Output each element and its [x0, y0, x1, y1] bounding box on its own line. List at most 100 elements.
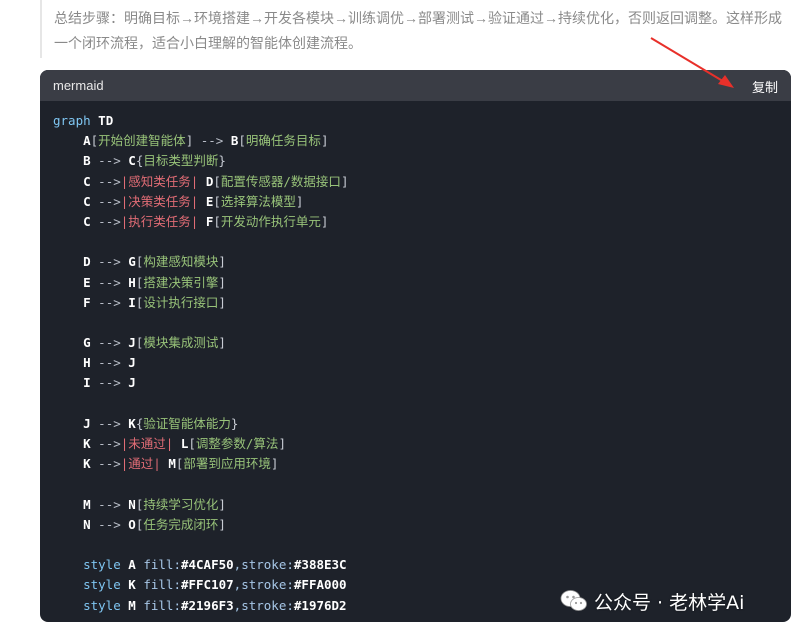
node-bracket: ]: [218, 274, 226, 290]
node-label: 模块集成测试: [143, 335, 219, 351]
edge-condition: |执行类任务|: [120, 213, 199, 229]
code-line: F --> I[设计执行接口]: [53, 293, 778, 313]
style-keyword: style: [83, 577, 121, 593]
code-line: graph TD: [53, 111, 778, 131]
wechat-icon: [560, 589, 588, 613]
code-line: E --> H[搭建决策引擎]: [53, 273, 778, 293]
code-line: G --> J[模块集成测试]: [53, 333, 778, 353]
style-stroke-value: #388E3C: [293, 557, 347, 573]
node-id: N: [128, 496, 136, 512]
code-line: C -->|执行类任务| F[开发动作执行单元]: [53, 212, 778, 232]
style-node: M: [128, 597, 136, 613]
style-fill-value: #2196F3: [180, 597, 234, 613]
node-bracket: ]: [218, 294, 226, 310]
watermark-text: 公众号 · 老林学Ai: [594, 591, 745, 614]
node-id: G: [83, 335, 91, 351]
style-fill-value: #4CAF50: [180, 557, 234, 573]
node-bracket: ]: [278, 436, 286, 451]
node-bracket: ]: [270, 456, 279, 472]
node-bracket: }: [218, 153, 226, 169]
style-stroke-key: ,stroke:: [233, 597, 294, 613]
code-content: graph TD A[开始创建智能体] --> B[明确任务目标] B --> …: [53, 111, 778, 616]
edge-arrow: -->: [90, 274, 129, 290]
node-bracket: }: [230, 415, 239, 431]
edge-arrow: -->: [90, 335, 129, 351]
style-fill-key: fill:: [143, 577, 181, 593]
node-id: J: [128, 335, 136, 351]
node-id: B: [83, 153, 91, 169]
edge-condition: |未通过|: [120, 436, 174, 451]
code-language-label: mermaid: [53, 78, 104, 93]
node-id: C: [83, 193, 91, 209]
node-bracket: ]: [218, 496, 226, 512]
node-id: C: [83, 173, 91, 189]
style-fill-key: fill:: [143, 597, 181, 613]
style-keyword: style: [83, 597, 121, 613]
style-fill-value: #FFC107: [180, 577, 234, 593]
node-id: A: [83, 133, 91, 149]
edge-arrow: -->: [90, 456, 121, 472]
node-id: J: [128, 355, 136, 371]
code-line: B --> C{目标类型判断}: [53, 151, 778, 171]
copy-button[interactable]: 复制: [752, 77, 778, 96]
edge-condition: |感知类任务|: [120, 173, 199, 189]
node-label: 配置传感器/数据接口: [220, 173, 341, 189]
node-id: H: [83, 355, 91, 371]
node-label: 搭建决策引擎: [143, 274, 219, 290]
code-line: H --> J: [53, 353, 778, 373]
node-bracket: [: [188, 436, 196, 451]
node-id: O: [128, 516, 136, 532]
code-line: D --> G[构建感知模块]: [53, 252, 778, 272]
code-line: K -->|未通过| L[调整参数/算法]: [53, 434, 778, 454]
graph-keyword: graph: [53, 113, 91, 128]
node-id: J: [83, 415, 91, 431]
annotation-arrow-icon: [650, 37, 734, 88]
node-id: K: [128, 415, 136, 431]
node-id: D: [83, 254, 91, 270]
node-bracket: ]: [218, 516, 226, 532]
node-id: M: [83, 496, 91, 512]
code-line: I --> J: [53, 373, 778, 393]
node-bracket: ]: [340, 173, 349, 189]
style-stroke-key: ,stroke:: [233, 577, 294, 593]
edge-arrow: -->: [90, 213, 121, 229]
code-line: M --> N[持续学习优化]: [53, 495, 778, 515]
node-label: 目标类型判断: [143, 153, 219, 169]
code-line: style A fill:#4CAF50,stroke:#388E3C: [53, 555, 778, 575]
node-label: 任务完成闭环: [143, 516, 219, 532]
node-id: C: [128, 153, 136, 169]
style-node: K: [128, 577, 136, 593]
node-label: 验证智能体能力: [143, 415, 231, 431]
edge-arrow: -->: [90, 496, 129, 512]
edge-arrow: -->: [90, 153, 129, 169]
code-line: J --> K{验证智能体能力}: [53, 414, 778, 434]
node-label: 选择算法模型: [220, 193, 296, 209]
edge-arrow: -->: [193, 133, 231, 149]
node-id: K: [83, 456, 91, 472]
watermark: 公众号 · 老林学Ai: [560, 584, 790, 618]
code-line: C -->|感知类任务| D[配置传感器/数据接口]: [53, 172, 778, 192]
node-id: H: [128, 274, 136, 290]
node-bracket: ]: [218, 335, 226, 351]
node-label: 设计执行接口: [143, 294, 219, 310]
style-node: A: [128, 557, 136, 573]
node-bracket: [: [238, 133, 246, 149]
node-id: F: [83, 294, 91, 310]
edge-arrow: -->: [90, 436, 121, 451]
style-fill-key: fill:: [143, 557, 181, 573]
node-bracket: [: [213, 213, 221, 229]
edge-condition: |决策类任务|: [120, 193, 199, 209]
code-line: K -->|通过| M[部署到应用环境]: [53, 454, 778, 474]
node-label: 开始创建智能体: [98, 133, 186, 149]
edge-arrow: -->: [90, 254, 129, 270]
node-bracket: ]: [320, 133, 329, 149]
node-label: 构建感知模块: [143, 254, 219, 270]
style-stroke-value: #FFA000: [293, 577, 347, 593]
edge-condition: |通过|: [120, 456, 161, 472]
code-line: N --> O[任务完成闭环]: [53, 515, 778, 535]
node-id: E: [83, 274, 91, 290]
